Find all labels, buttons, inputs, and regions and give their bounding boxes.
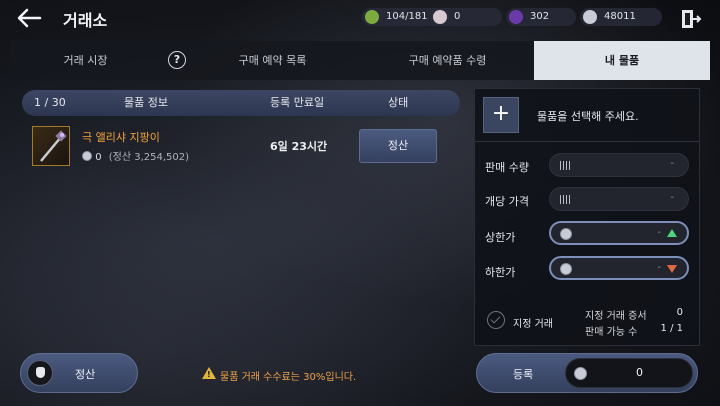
staff-item-icon	[32, 126, 70, 166]
quantity-icon	[560, 161, 572, 170]
page-title: 거래소	[63, 11, 108, 30]
item-count: 1 / 30	[34, 96, 66, 109]
item-expiry: 6일 23시간	[270, 140, 328, 153]
select-item-prompt: 물품을 선택해 주세요.	[537, 110, 639, 123]
column-status: 상태	[388, 96, 409, 109]
exit-icon[interactable]	[680, 8, 702, 30]
pearl-resource: 0	[430, 8, 502, 26]
column-expiry: 등록 만료일	[270, 96, 325, 109]
register-button[interactable]: 등록 0	[476, 353, 698, 393]
add-item-button[interactable]: +	[483, 97, 519, 133]
price-icon	[560, 195, 572, 204]
energy-icon	[365, 10, 379, 24]
tab-my-items[interactable]: 내 물품	[534, 41, 710, 80]
unit-price-field[interactable]: -	[549, 187, 689, 211]
fee-notice: 물품 거래 수수료는 30%입니다.	[220, 372, 357, 383]
decrease-arrow-icon[interactable]	[667, 265, 677, 273]
sellable-count-label: 판매 가능 수	[585, 327, 638, 338]
silver-coin-icon	[560, 263, 572, 275]
list-item[interactable]: 극 앨리샤 지팡이 0 (정산 3,254,502) 6일 23시간 정산	[22, 122, 460, 170]
sellable-count-value: 1 / 1	[660, 323, 683, 334]
help-icon[interactable]: ?	[168, 51, 186, 69]
column-item-info: 물품 정보	[124, 96, 168, 109]
silver-coin-icon	[583, 10, 597, 24]
increase-arrow-icon[interactable]	[667, 229, 677, 237]
settle-all-button[interactable]: 정산	[20, 353, 138, 393]
crystal-resource: 302	[506, 8, 576, 26]
item-price: 0 (정산 3,254,502)	[82, 148, 189, 163]
item-name: 극 앨리샤 지팡이	[82, 131, 160, 144]
tab-bar: 거래 시장 ? 구매 예약 목록 구매 예약품 수령 내 물품	[10, 41, 710, 80]
pearl-icon	[433, 10, 447, 24]
sale-quantity-label: 판매 수량	[485, 161, 529, 174]
silver-coin-icon	[574, 367, 587, 380]
lower-limit-label: 하한가	[485, 266, 516, 279]
crystal-icon	[509, 10, 523, 24]
divider	[475, 141, 699, 142]
designated-trade-label: 지정 거래	[513, 319, 553, 330]
lower-limit-field[interactable]: -	[549, 256, 689, 280]
tab-purchase-reservations[interactable]: 구매 예약 목록	[185, 41, 360, 80]
upper-limit-label: 상한가	[485, 231, 516, 244]
back-arrow-icon[interactable]	[14, 6, 44, 30]
tab-reservation-receipt[interactable]: 구매 예약품 수령	[360, 41, 535, 80]
silver-resource: 48011	[580, 8, 662, 26]
unit-price-label: 개당 가격	[485, 195, 529, 208]
certificate-value: 0	[676, 307, 683, 318]
silver-coin-icon	[82, 151, 92, 161]
registration-panel: + 물품을 선택해 주세요. 판매 수량 - 개당 가격 - 상한가 - 하한가…	[474, 88, 700, 346]
list-header: 1 / 30 물품 정보 등록 만료일 상태	[22, 90, 460, 116]
header: 거래소 104/181 0 302 48011	[0, 0, 720, 36]
sale-quantity-field[interactable]: -	[549, 153, 689, 177]
tab-market[interactable]: 거래 시장	[10, 41, 185, 80]
upper-limit-field[interactable]: -	[549, 221, 689, 245]
designated-trade-checkbox[interactable]	[487, 311, 505, 329]
register-amount: 0	[565, 358, 693, 388]
item-settle-button[interactable]: 정산	[359, 129, 437, 163]
silver-coin-icon	[560, 228, 572, 240]
certificate-label: 지정 거래 증서	[585, 311, 647, 322]
money-bag-icon	[27, 360, 53, 386]
